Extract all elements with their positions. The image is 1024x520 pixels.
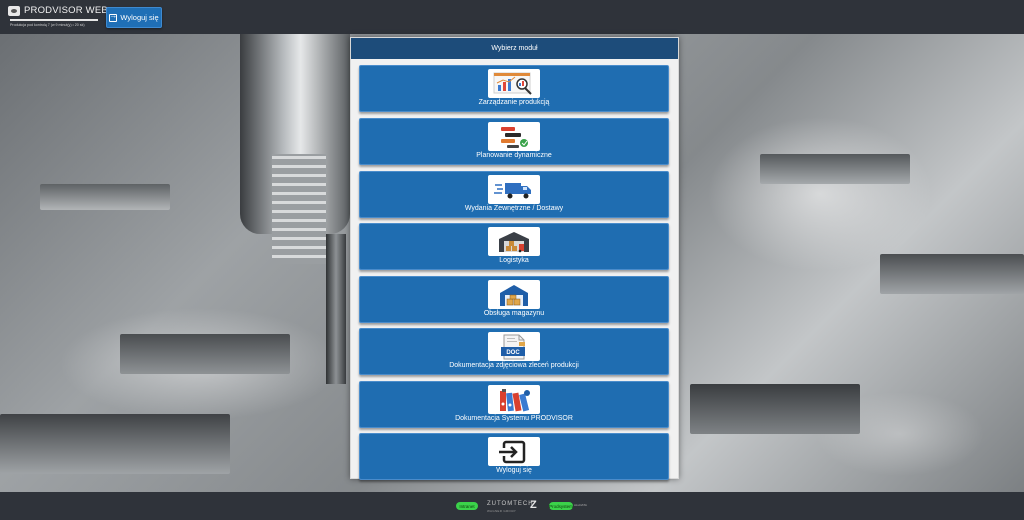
module-production-management[interactable]: Zarządzanie produkcją	[359, 65, 669, 112]
module-photo-documentation[interactable]: DOC Dokumentacja zdjęciowa zleceń produk…	[359, 328, 669, 375]
module-system-documentation[interactable]: Dokumentacja Systemu PRODVISOR	[359, 381, 669, 428]
brand-rule	[10, 19, 98, 21]
brand-name: PRODVISOR WEB	[24, 5, 108, 16]
module-logout[interactable]: Wyloguj się	[359, 433, 669, 480]
module-panel: Wybierz moduł Zarządzanie produkcją Plan…	[350, 37, 679, 480]
logout-icon	[488, 437, 540, 466]
brand: PRODVISOR WEB Produkcja pod kontrolą 7 (…	[8, 4, 108, 30]
footer: Intranet ZUTOMTECH WAGNER GROUP Z Prodsy…	[0, 492, 1024, 520]
background-spindle-rings	[272, 154, 326, 264]
doc-file-icon: DOC	[488, 332, 540, 361]
dynamic-planning-icon	[488, 122, 540, 151]
company-subtitle: WAGNER GROUP	[487, 509, 516, 513]
background-shape	[880, 254, 1024, 294]
logout-button[interactable]: Wyloguj się	[106, 7, 162, 28]
module-label: Logistyka	[499, 257, 529, 264]
module-label: Obsługa magazynu	[483, 310, 545, 317]
module-label: Zarządzanie produkcją	[478, 99, 550, 106]
logout-button-label: Wyloguj się	[120, 13, 159, 22]
logistics-warehouse-icon	[488, 227, 540, 256]
module-dynamic-planning[interactable]: Planowanie dynamiczne	[359, 118, 669, 165]
binders-icon	[488, 385, 540, 414]
module-label: Dokumentacja Systemu PRODVISOR	[455, 415, 573, 422]
prodsystem-badge[interactable]: Prodsystem	[549, 502, 573, 510]
svg-text:DOC: DOC	[506, 350, 520, 356]
background-shape	[690, 384, 860, 434]
delivery-truck-icon	[488, 175, 540, 204]
module-warehouse-service[interactable]: Obsługa magazynu	[359, 276, 669, 323]
logout-icon	[109, 11, 118, 22]
module-label: Wydania Zewnętrzne / Dostawy	[464, 205, 564, 212]
warehouse-icon	[488, 280, 540, 309]
module-label: Dokumentacja zdjęciowa zleceń produkcji	[449, 362, 579, 369]
module-logistics[interactable]: Logistyka	[359, 223, 669, 270]
module-external-releases[interactable]: Wydania Zewnętrzne / Dostawy	[359, 171, 669, 218]
footer-small-text: ALLDATA	[574, 503, 587, 507]
prodvisor-logo-icon	[8, 6, 20, 16]
panel-title: Wybierz moduł	[351, 38, 678, 59]
background-shape	[760, 154, 910, 184]
module-label: Wyloguj się	[496, 467, 532, 474]
background-tool	[326, 234, 346, 384]
background-shape	[0, 414, 230, 474]
top-bar: PRODVISOR WEB Produkcja pod kontrolą 7 (…	[0, 0, 1024, 34]
intranet-badge[interactable]: Intranet	[456, 502, 478, 510]
production-management-icon	[488, 69, 540, 98]
background-shape	[40, 184, 170, 210]
company-name: ZUTOMTECH	[487, 501, 534, 507]
company-logo: ZUTOMTECH WAGNER GROUP	[487, 501, 534, 513]
z-logo-icon: Z	[530, 499, 537, 511]
background-shape	[120, 334, 290, 374]
brand-tagline: Produkcja pod kontrolą 7 (w 9 minut(y) •…	[10, 23, 85, 27]
module-label: Planowanie dynamiczne	[476, 152, 552, 159]
